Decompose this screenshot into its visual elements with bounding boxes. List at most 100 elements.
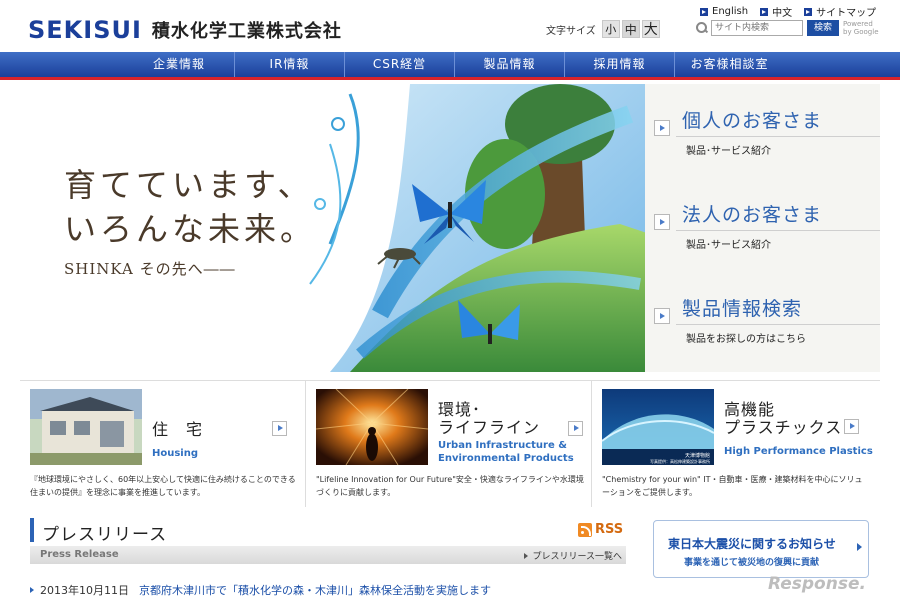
link-english-label: English	[712, 6, 749, 17]
hero-visual[interactable]: 育てています、 いろんな未来。 SHINKA その先へ――	[20, 84, 645, 372]
category-en-line1: High Performance Plastics	[724, 446, 873, 457]
hero-illustration	[309, 84, 645, 372]
category-plastics[interactable]: 天津博物館 写真提供：高松伸建築設計事務所 高機能 プラスチックス High P…	[592, 381, 878, 507]
category-en-line1: Housing	[152, 448, 199, 459]
news-title[interactable]: 京都府木津川市で「積水化学の森・木津川」森林保全活動を実施します	[139, 582, 491, 598]
rss-label: RSS	[595, 522, 624, 537]
link-sitemap-label: サイトマップ	[816, 8, 877, 19]
nav-corporate[interactable]: 企業情報	[124, 52, 234, 77]
watermark: Response.	[768, 574, 866, 594]
category-description: 『地球環境にやさしく、60年以上安心して快適に住み続けることのできる住まいの提供…	[30, 475, 296, 497]
hero-link-title: 製品情報検索	[682, 298, 803, 320]
category-title: 環境･ ライフライン	[438, 401, 540, 437]
nav-customer-support[interactable]: お客様相談室	[674, 52, 784, 77]
nav-ir[interactable]: IR情報	[234, 52, 344, 77]
press-subheader: Press Release プレスリリース一覧へ	[30, 546, 626, 564]
photo-caption-2: 写真提供：高松伸建築設計事務所	[650, 458, 710, 464]
category-en: Urban Infrastructure & Environmental Pro…	[438, 439, 574, 465]
triangle-right-icon	[524, 552, 529, 559]
hero-tagline-line2: いろんな未来。	[64, 210, 317, 248]
category-title-line2: プラスチックス	[724, 418, 843, 437]
category-en-line2: Environmental Products	[438, 453, 574, 464]
category-en-line1: Urban Infrastructure &	[438, 440, 567, 451]
hero-section: 育てています、 いろんな未来。 SHINKA その先へ―― 個人のお客さま 製品…	[20, 84, 880, 372]
triangle-right-icon	[857, 543, 862, 551]
hero-link-title: 法人のお客さま	[682, 204, 823, 226]
banner-title: 東日本大震災に関するお知らせ	[668, 537, 836, 551]
search-icon	[696, 22, 708, 34]
font-size-switcher: 文字サイズ 小 中 大	[546, 20, 660, 38]
triangle-right-icon	[30, 587, 34, 593]
category-title-line1: 環境･	[438, 400, 482, 419]
hero-tagline-line1: 育てています、	[64, 166, 314, 204]
hero-link-product-search[interactable]: 製品情報検索 製品をお探しの方はこちら	[652, 280, 880, 372]
business-categories: 住 宅 Housing 『地球環境にやさしく、60年以上安心して快適に住み続ける…	[20, 380, 880, 507]
font-size-small-button[interactable]: 小	[601, 20, 620, 38]
link-chinese-label: 中文	[772, 8, 793, 19]
hero-link-sub: 製品をお探しの方はこちら	[686, 334, 806, 345]
arrow-right-icon	[272, 421, 287, 436]
hero-link-title: 個人のお客さま	[682, 110, 823, 132]
press-title-accent	[30, 518, 34, 542]
utility-links: English 中文 サイトマップ	[700, 4, 888, 19]
rss-icon	[578, 522, 592, 537]
logo-mark: SEKISUI	[28, 16, 142, 44]
hero-link-business[interactable]: 法人のお客さま 製品･サービス紹介	[652, 186, 880, 280]
company-name: 積水化学工業株式会社	[151, 21, 342, 42]
company-logo[interactable]: SEKISUI 積水化学工業株式会社	[28, 16, 342, 44]
rss-link[interactable]: RSS	[578, 522, 623, 537]
font-size-medium-button[interactable]: 中	[621, 20, 640, 38]
arrow-icon	[760, 7, 769, 16]
press-title: プレスリリース	[42, 525, 168, 545]
category-infrastructure[interactable]: 環境･ ライフライン Urban Infrastructure & Enviro…	[306, 381, 592, 507]
infrastructure-photo	[316, 389, 428, 465]
search-input[interactable]	[711, 20, 803, 36]
news-date: 2013年10月11日	[40, 584, 129, 597]
arrow-right-icon	[844, 419, 859, 434]
housing-photo	[30, 389, 142, 465]
category-description: "Lifeline Innovation for Our Future"安全・快…	[316, 475, 584, 497]
arrow-right-icon	[568, 421, 583, 436]
arrow-right-icon	[654, 120, 670, 136]
hero-links: 個人のお客さま 製品･サービス紹介 法人のお客さま 製品･サービス紹介 製品情報…	[652, 92, 880, 372]
banner-subtitle: 事業を通じて被災地の復興に貢献	[684, 558, 820, 568]
divider	[676, 230, 880, 231]
arrow-right-icon	[654, 214, 670, 230]
category-housing[interactable]: 住 宅 Housing 『地球環境にやさしく、60年以上安心して快適に住み続ける…	[20, 381, 306, 507]
global-nav: 企業情報 IR情報 CSR経営 製品情報 採用情報 お客様相談室	[0, 52, 900, 80]
category-title-line2: ライフライン	[438, 418, 541, 437]
category-en: Housing	[152, 447, 198, 460]
press-all-label: プレスリリース一覧へ	[532, 552, 622, 562]
divider	[676, 324, 880, 325]
nav-recruit[interactable]: 採用情報	[564, 52, 674, 77]
nav-products[interactable]: 製品情報	[454, 52, 564, 77]
site-search: 検索 Powered by Google	[696, 20, 883, 36]
nav-csr[interactable]: CSR経営	[344, 52, 454, 77]
powered-by-google: Powered by Google	[843, 20, 879, 36]
link-chinese[interactable]: 中文	[760, 4, 792, 19]
arrow-right-icon	[654, 308, 670, 324]
category-title-line1: 高機能	[724, 400, 776, 419]
category-title-line1: 住 宅	[152, 420, 204, 439]
category-en: High Performance Plastics	[724, 445, 873, 458]
link-english[interactable]: English	[700, 4, 748, 19]
plastics-photo: 天津博物館 写真提供：高松伸建築設計事務所	[602, 389, 714, 465]
font-size-large-button[interactable]: 大	[641, 20, 660, 38]
arrow-icon	[700, 7, 708, 16]
link-sitemap[interactable]: サイトマップ	[804, 4, 876, 19]
news-item[interactable]: 2013年10月11日 京都府木津川市で「積水化学の森・木津川」森林保全活動を実…	[30, 582, 491, 598]
search-button[interactable]: 検索	[807, 20, 839, 36]
photo-caption-1: 天津博物館	[685, 452, 710, 459]
press-subtitle-en: Press Release	[40, 549, 119, 560]
hero-link-individual[interactable]: 個人のお客さま 製品･サービス紹介	[652, 92, 880, 186]
category-description: "Chemistry for your win" IT・自動車・医療・建築材料を…	[602, 475, 863, 497]
font-size-label: 文字サイズ	[546, 25, 596, 37]
divider	[676, 136, 880, 137]
press-all-link[interactable]: プレスリリース一覧へ	[524, 549, 622, 562]
hero-link-sub: 製品･サービス紹介	[686, 146, 771, 157]
category-title: 住 宅	[152, 421, 203, 439]
category-title: 高機能 プラスチックス	[724, 401, 842, 437]
disaster-notice-banner[interactable]: 東日本大震災に関するお知らせ 事業を通じて被災地の復興に貢献	[653, 520, 869, 578]
hero-tagline-line3: SHINKA その先へ――	[64, 260, 236, 278]
arrow-icon	[804, 7, 813, 16]
